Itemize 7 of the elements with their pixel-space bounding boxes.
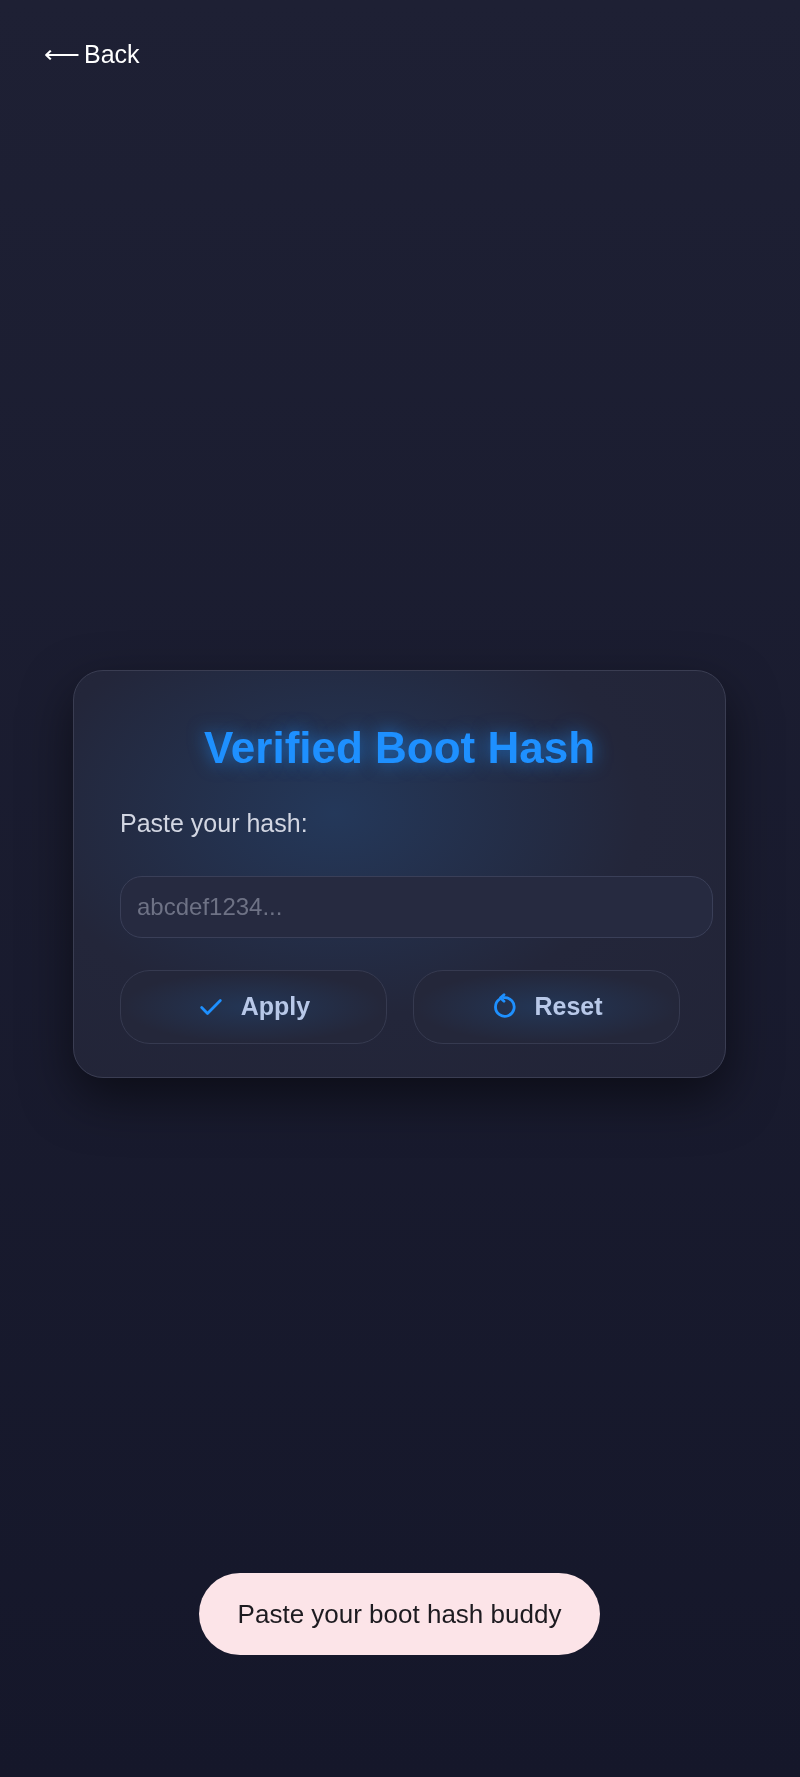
- field-label: Paste your hash:: [120, 807, 309, 839]
- reset-button[interactable]: Reset: [413, 970, 680, 1044]
- toast-message: Paste your boot hash buddy: [199, 1573, 600, 1655]
- card-title: Verified Boot Hash: [202, 721, 597, 774]
- apply-button[interactable]: Apply: [120, 970, 387, 1044]
- back-button[interactable]: ⟵ Back: [44, 36, 140, 74]
- hash-input-field[interactable]: abcdef1234...: [120, 876, 713, 938]
